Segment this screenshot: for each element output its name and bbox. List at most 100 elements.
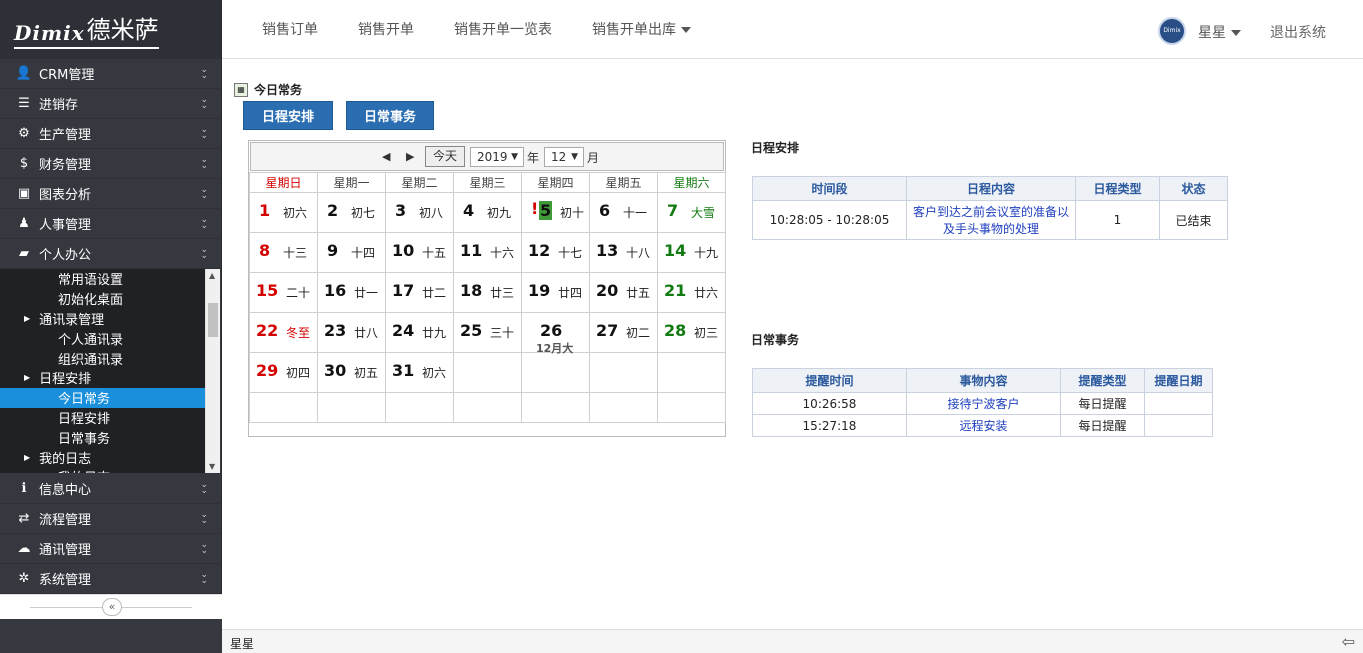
submenu-item[interactable]: 组织通讯录 bbox=[0, 348, 205, 368]
menu-item[interactable]: ☁ 通讯管理 ⌄ ⌄ bbox=[0, 534, 222, 564]
menu-item[interactable]: ℹ 信息中心 ⌄ ⌄ bbox=[0, 474, 222, 504]
day-number: 11 bbox=[460, 241, 483, 260]
nav-sales-invoice[interactable]: 销售开单 bbox=[358, 19, 414, 39]
return-icon[interactable]: ⇦ bbox=[1342, 632, 1355, 651]
schedule-button[interactable]: 日程安排 bbox=[243, 101, 333, 130]
calendar-day[interactable]: 26 12月大 bbox=[521, 312, 590, 355]
calendar-day[interactable]: 24 廿九 bbox=[385, 312, 454, 353]
table-row: 10:26:58 接待宁波客户 每日提醒 bbox=[752, 392, 1213, 415]
calendar-day[interactable]: 13 十八 bbox=[589, 232, 658, 273]
chevron-down-icon bbox=[681, 27, 691, 33]
day-number: 18 bbox=[460, 281, 483, 300]
submenu-item[interactable]: ▶ 日程安排 bbox=[0, 368, 205, 388]
page-title-text: 今日常务 bbox=[254, 83, 303, 97]
calendar-day[interactable]: 7 大雪 bbox=[657, 192, 726, 233]
submenu-item[interactable]: 常用语设置 bbox=[0, 269, 205, 289]
logo-cn: 德米萨 bbox=[86, 16, 159, 44]
calendar-day[interactable]: 15 二十 bbox=[249, 272, 318, 313]
menu-item-label: 财务管理 bbox=[39, 158, 92, 173]
submenu-item[interactable]: 个人通讯录 bbox=[0, 328, 205, 348]
scroll-up-icon[interactable]: ▲ bbox=[209, 271, 215, 280]
calendar-day[interactable]: 21 廿六 bbox=[657, 272, 726, 313]
table-cell[interactable]: 远程安装 bbox=[906, 414, 1061, 437]
menu-item[interactable]: ☰ 进销存 ⌄ ⌄ bbox=[0, 89, 222, 119]
calendar-day[interactable]: 8 十三 bbox=[249, 232, 318, 273]
submenu-item[interactable]: 日程安排 bbox=[0, 408, 205, 428]
calendar-day[interactable]: 20 廿五 bbox=[589, 272, 658, 313]
menu-item[interactable]: 👤 CRM管理 ⌄ ⌄ bbox=[0, 59, 222, 89]
calendar-day[interactable]: 10 十五 bbox=[385, 232, 454, 273]
menu-item-label: 通讯管理 bbox=[39, 543, 92, 558]
menu-icon: $ bbox=[19, 156, 29, 171]
chevron-down-icon: ⌄ ⌄ bbox=[200, 185, 208, 201]
calendar-day[interactable]: 2 初七 bbox=[317, 192, 386, 233]
user-menu[interactable]: 星星 bbox=[1198, 22, 1241, 42]
nav-sales-invoice-list[interactable]: 销售开单一览表 bbox=[454, 19, 552, 39]
month-select[interactable]: 12 ▼ bbox=[544, 147, 584, 167]
calendar-day[interactable]: 31 初六 bbox=[385, 352, 454, 393]
menu-icon: ⚙ bbox=[18, 126, 30, 141]
next-month-icon[interactable]: ▶ bbox=[406, 150, 414, 163]
alert-mark: ! bbox=[531, 199, 539, 218]
scroll-thumb[interactable] bbox=[208, 303, 218, 337]
affairs-button[interactable]: 日常事务 bbox=[346, 101, 434, 130]
menu-item[interactable]: ⇄ 流程管理 ⌄ ⌄ bbox=[0, 504, 222, 534]
calendar-day[interactable]: 12 十七 bbox=[521, 232, 590, 273]
table-header: 状态 bbox=[1159, 176, 1228, 201]
calendar-day[interactable]: 23 廿八 bbox=[317, 312, 386, 353]
submenu-item[interactable]: 日常事务 bbox=[0, 427, 205, 447]
menu-item[interactable]: ♟ 人事管理 ⌄ ⌄ bbox=[0, 209, 222, 239]
today-button[interactable]: 今天 bbox=[425, 146, 465, 167]
calendar-day[interactable]: 11 十六 bbox=[453, 232, 522, 273]
submenu-personal-office: 常用语设置 初始化桌面 ▶ 通讯录管理 个人通讯录 组织通讯录 ▶ 日程安排 今日常务 日程安排日… bbox=[0, 269, 205, 473]
table-row: 15:27:18 远程安装 每日提醒 bbox=[752, 414, 1213, 437]
scroll-down-icon[interactable]: ▼ bbox=[209, 462, 215, 471]
calendar-day[interactable]: 18 廿三 bbox=[453, 272, 522, 313]
table-cell[interactable]: 客户到达之前会议室的准备以及手头事物的处理 bbox=[906, 200, 1076, 240]
calendar-day[interactable]: 30 初五 bbox=[317, 352, 386, 393]
calendar-day[interactable]: 16 廿一 bbox=[317, 272, 386, 313]
calendar-day[interactable]: 9 十四 bbox=[317, 232, 386, 273]
calendar-day[interactable]: 3 初八 bbox=[385, 192, 454, 233]
calendar-day[interactable]: 1 初六 bbox=[249, 192, 318, 233]
lunar-date: 二十 bbox=[286, 286, 311, 300]
calendar-day[interactable]: 28 初三 bbox=[657, 312, 726, 353]
menu-icon: ▰ bbox=[19, 246, 29, 261]
avatar[interactable]: Dimix 德米萨 bbox=[1158, 17, 1186, 58]
menu-item[interactable]: ✲ 系统管理 ⌄ ⌄ bbox=[0, 564, 222, 594]
calendar-day[interactable]: 17 廿二 bbox=[385, 272, 454, 313]
calendar-day[interactable]: 19 廿四 bbox=[521, 272, 590, 313]
calendar-day[interactable]: 29 初四 bbox=[249, 352, 318, 393]
submenu-item[interactable]: 我的日志 bbox=[0, 467, 205, 473]
nav-sales-outbound[interactable]: 销售开单出库 bbox=[592, 19, 691, 39]
nav-sales-order[interactable]: 销售订单 bbox=[262, 19, 318, 39]
submenu-item[interactable]: ▶ 通讯录管理 bbox=[0, 309, 205, 329]
submenu-scrollbar[interactable]: ▲ ▼ bbox=[205, 269, 220, 473]
prev-month-icon[interactable]: ◀ bbox=[382, 150, 390, 163]
calendar-day bbox=[521, 392, 590, 423]
menu-item[interactable]: ⚙ 生产管理 ⌄ ⌄ bbox=[0, 119, 222, 149]
logout-link[interactable]: 退出系统 bbox=[1270, 22, 1326, 42]
calendar-day[interactable]: 6 十一 bbox=[589, 192, 658, 233]
calendar-day[interactable]: 25 三十 bbox=[453, 312, 522, 353]
calendar-day[interactable]: 27 初二 bbox=[589, 312, 658, 353]
calendar-day bbox=[317, 392, 386, 423]
menu-item[interactable]: $ 财务管理 ⌄ ⌄ bbox=[0, 149, 222, 179]
calendar-day[interactable]: 14 十九 bbox=[657, 232, 726, 273]
collapse-sidebar-icon[interactable]: « bbox=[102, 598, 122, 616]
table-cell[interactable]: 接待宁波客户 bbox=[906, 392, 1061, 415]
calendar-day[interactable]: ! 5 初十 bbox=[521, 192, 590, 233]
calendar-toolbar: ◀ ▶ 今天 2019 ▼ 年 12 ▼ 月 bbox=[250, 142, 724, 171]
caret-right-icon: ▶ bbox=[24, 452, 31, 462]
menu-item[interactable]: ▰ 个人办公 ⌄ ⌄ bbox=[0, 239, 222, 269]
calendar-day[interactable]: 22 冬至 bbox=[249, 312, 318, 353]
sidebar-collapse-bar: « bbox=[0, 594, 222, 619]
submenu-item[interactable]: ▶ 我的日志 bbox=[0, 447, 205, 467]
status-bar: 星星 ⇦ bbox=[222, 629, 1363, 653]
submenu-item[interactable]: 初始化桌面 bbox=[0, 289, 205, 309]
year-select[interactable]: 2019 ▼ bbox=[470, 147, 524, 167]
calendar-day[interactable]: 4 初九 bbox=[453, 192, 522, 233]
menu-item[interactable]: ▣ 图表分析 ⌄ ⌄ bbox=[0, 179, 222, 209]
table-header: 事物内容 bbox=[906, 368, 1061, 393]
submenu-item[interactable]: 今日常务 bbox=[0, 387, 205, 408]
